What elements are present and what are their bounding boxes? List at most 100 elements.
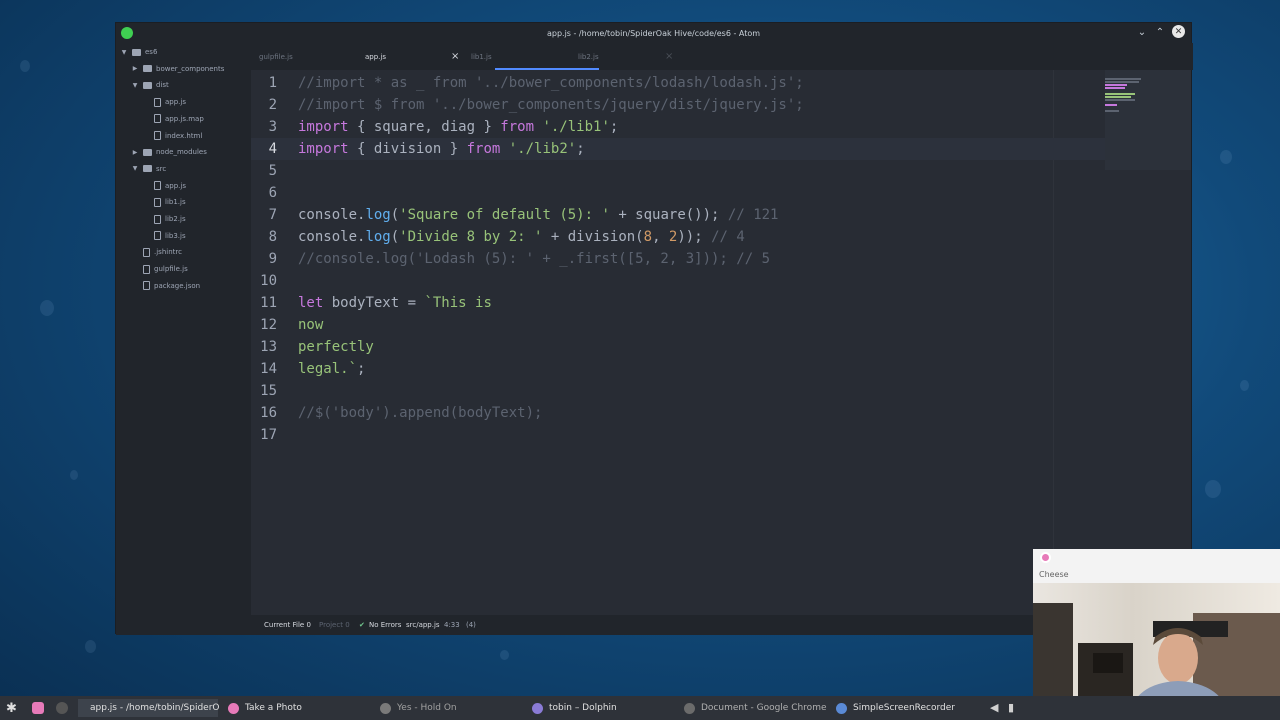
raindrop [1205, 480, 1221, 498]
minimap-line [1105, 78, 1141, 80]
current-file-label: Current File [264, 621, 305, 629]
taskbar-item-recorder[interactable]: SimpleScreenRecorder [836, 699, 955, 717]
taskbar-item-hold-on[interactable]: Yes - Hold On [380, 699, 457, 717]
tab-app-js[interactable]: app.js [365, 43, 386, 70]
recorder-icon [836, 702, 847, 714]
recorder-launcher-icon[interactable] [56, 702, 68, 714]
code-token: // 4 [711, 229, 745, 245]
project-tab[interactable]: Project 0 [319, 621, 350, 629]
tab-lib1[interactable]: lib1.js [471, 43, 492, 70]
tree-folder[interactable]: ▶ node_modules [131, 145, 207, 159]
tree-file[interactable]: .jshintrc [131, 245, 182, 259]
code-text: perfectly [298, 336, 374, 358]
code-token: + square()); [609, 207, 728, 223]
cheese-launcher-icon[interactable] [32, 702, 44, 714]
code-line[interactable]: 14 legal.`; [251, 358, 1105, 380]
tree-item-label: package.json [154, 281, 201, 290]
chevron-right-icon: ▶ [132, 65, 138, 73]
line-number: 13 [260, 339, 277, 355]
code-token: `This is [424, 295, 492, 311]
code-line[interactable]: 2 //import $ from '../bower_components/jq… [251, 94, 1105, 116]
taskbar-item-chrome[interactable]: Document - Google Chrome [684, 699, 827, 717]
code-line[interactable]: 16 //$('body').append(bodyText); [251, 402, 1105, 424]
tree-item-label: lib1.js [165, 198, 186, 207]
taskbar-label: Yes - Hold On [397, 703, 457, 713]
tree-file[interactable]: gulpfile.js [131, 262, 188, 276]
code-text: import { division } from './lib2'; [298, 138, 585, 160]
code-editor[interactable]: 1 //import * as _ from '../bower_componen… [251, 70, 1105, 615]
code-token: perfectly [298, 339, 374, 355]
file-path[interactable]: src/app.js [406, 621, 440, 629]
tab-gulpfile[interactable]: gulpfile.js [259, 43, 293, 70]
code-text: let bodyText = `This is [298, 292, 492, 314]
tree-file[interactable]: app.js.map [142, 112, 204, 126]
code-token: //$('body').append(bodyText); [298, 405, 543, 421]
code-line[interactable]: 4 import { division } from './lib2'; [251, 138, 1105, 160]
tree-file[interactable]: app.js [142, 95, 186, 109]
code-token: legal.` [298, 361, 358, 377]
battery-icon[interactable]: ▮ [1008, 701, 1014, 714]
code-line[interactable]: 7 console.log('Square of default (5): ' +… [251, 204, 1105, 226]
selection-count: (4) [466, 621, 476, 629]
code-line[interactable]: 12 now [251, 314, 1105, 336]
code-line[interactable]: 3 import { square, diag } from './lib1'; [251, 116, 1105, 138]
tree-folder[interactable]: ▼ src [131, 162, 167, 176]
code-line[interactable]: 13 perfectly [251, 336, 1105, 358]
file-icon [143, 247, 150, 257]
tab-close-icon[interactable]: × [451, 51, 459, 62]
tree-file[interactable]: lib1.js [142, 195, 186, 209]
code-line[interactable]: 1 //import * as _ from '../bower_componen… [251, 72, 1105, 94]
maximize-button[interactable]: ⌃ [1154, 25, 1166, 39]
code-token: ( [390, 229, 400, 245]
tree-item-label: lib3.js [165, 231, 186, 240]
chrome-icon [684, 702, 695, 714]
tab-close-icon[interactable]: × [665, 51, 673, 62]
tree-file[interactable]: index.html [142, 129, 202, 143]
line-number: 15 [260, 383, 277, 399]
app-launcher-icon[interactable]: ✱ [6, 701, 17, 716]
tree-folder[interactable]: ▼ dist [131, 78, 169, 92]
cheese-header[interactable]: Cheese [1033, 549, 1280, 583]
minimap-line [1105, 99, 1135, 101]
code-line[interactable]: 17 [251, 424, 1105, 446]
code-token: bodyText = [323, 295, 425, 311]
line-number: 10 [260, 273, 277, 289]
tree-file[interactable]: app.js [142, 179, 186, 193]
code-line[interactable]: 9 //console.log('Lodash (5): ' + _.first(… [251, 248, 1105, 270]
atom-window: app.js - /home/tobin/SpiderOak Hive/code… [115, 22, 1193, 635]
tree-item-label: node_modules [156, 148, 207, 157]
window-controls: ⌄ ⌃ ✕ [1136, 25, 1185, 39]
code-line[interactable]: 15 [251, 380, 1105, 402]
current-file-tab[interactable]: Current File 0 [264, 621, 311, 629]
tree-item-label: gulpfile.js [154, 265, 188, 274]
app-icon [121, 27, 133, 39]
line-number: 4 [268, 141, 277, 157]
code-token: 'Square of default (5): ' [399, 207, 610, 223]
code-token: ; [576, 141, 585, 157]
code-line[interactable]: 11 let bodyText = `This is [251, 292, 1105, 314]
tree-folder[interactable]: ▶ bower_components [131, 62, 225, 76]
code-line[interactable]: 8 console.log('Divide 8 by 2: ' + divisio… [251, 226, 1105, 248]
code-line[interactable]: 5 [251, 160, 1105, 182]
volume-icon[interactable]: ◀ [990, 701, 998, 714]
title-bar[interactable]: app.js - /home/tobin/SpiderOak Hive/code… [116, 23, 1191, 43]
lint-status[interactable]: No Errors [369, 621, 401, 629]
taskbar-item-atom[interactable]: app.js - /home/tobin/SpiderO [78, 699, 220, 717]
close-button[interactable]: ✕ [1172, 25, 1185, 38]
taskbar-item-dolphin[interactable]: tobin – Dolphin [532, 699, 617, 717]
dolphin-icon [532, 702, 543, 714]
code-line[interactable]: 6 [251, 182, 1105, 204]
file-icon [154, 131, 161, 140]
tree-file[interactable]: package.json [131, 279, 200, 293]
minimize-button[interactable]: ⌄ [1136, 25, 1148, 39]
tree-file[interactable]: lib3.js [142, 229, 186, 243]
minimap[interactable] [1105, 70, 1191, 170]
tab-lib2[interactable]: lib2.js [578, 43, 599, 70]
code-line[interactable]: 10 [251, 270, 1105, 292]
file-icon [143, 281, 150, 291]
tree-folder[interactable]: ▼ es6 [120, 45, 158, 59]
taskbar-item-take-photo[interactable]: Take a Photo [228, 699, 302, 717]
tree-file[interactable]: lib2.js [142, 212, 186, 226]
code-token: let [298, 295, 324, 311]
cursor-position[interactable]: 4:33 [444, 621, 460, 629]
